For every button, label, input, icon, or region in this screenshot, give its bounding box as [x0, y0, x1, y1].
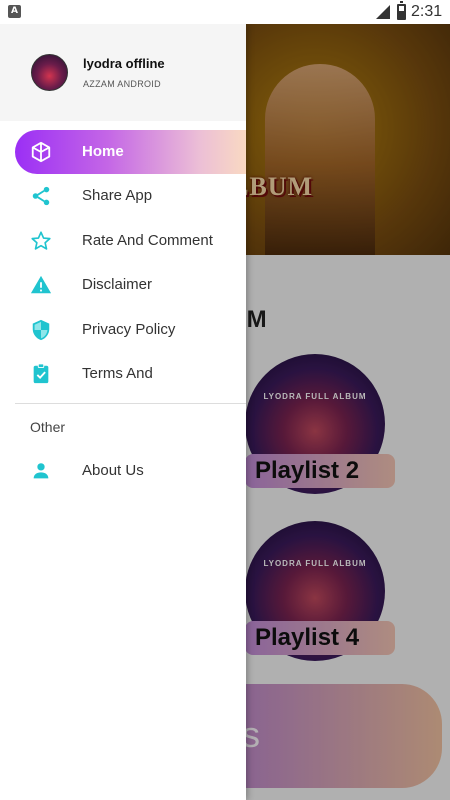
battery-icon — [397, 1, 406, 20]
person-icon — [33, 463, 49, 479]
user-name: lyodra offline — [83, 56, 165, 71]
warning-icon — [30, 275, 52, 294]
menu-item-label: Share App — [82, 187, 153, 204]
star-icon — [31, 231, 51, 250]
menu-item-home[interactable]: Home — [15, 130, 246, 174]
app-notification-icon: A — [8, 5, 21, 18]
menu-item-privacy-policy[interactable]: Privacy Policy — [0, 308, 246, 352]
drawer-header: lyodra offline AZZAM ANDROID — [0, 24, 246, 121]
share-icon — [32, 186, 50, 206]
menu-item-label: Privacy Policy — [82, 321, 176, 338]
menu-item-label: Rate And Comment — [82, 232, 213, 249]
navigation-drawer: lyodra offline AZZAM ANDROID Home Share … — [0, 24, 246, 800]
menu-item-terms[interactable]: Terms And — [0, 352, 246, 396]
menu-item-rate-and-comment[interactable]: Rate And Comment — [0, 219, 246, 263]
divider — [15, 403, 246, 404]
menu-item-label: Terms And — [82, 365, 153, 382]
status-bar: A 2:31 — [0, 0, 450, 24]
user-subtitle: AZZAM ANDROID — [83, 79, 161, 89]
shield-icon — [32, 319, 50, 341]
cube-icon — [31, 141, 51, 163]
menu-item-label: Disclaimer — [82, 276, 153, 293]
avatar — [31, 54, 68, 91]
status-time: 2:31 — [411, 3, 443, 20]
menu-item-label: Home — [82, 143, 124, 160]
signal-icon — [376, 5, 390, 19]
menu-item-label: About Us — [82, 462, 144, 479]
menu-item-share-app[interactable]: Share App — [0, 174, 246, 218]
menu-item-disclaimer[interactable]: Disclaimer — [0, 263, 246, 307]
clipboard-check-icon — [33, 363, 49, 384]
section-label-other: Other — [30, 419, 66, 435]
menu-item-about-us[interactable]: About Us — [0, 449, 246, 493]
